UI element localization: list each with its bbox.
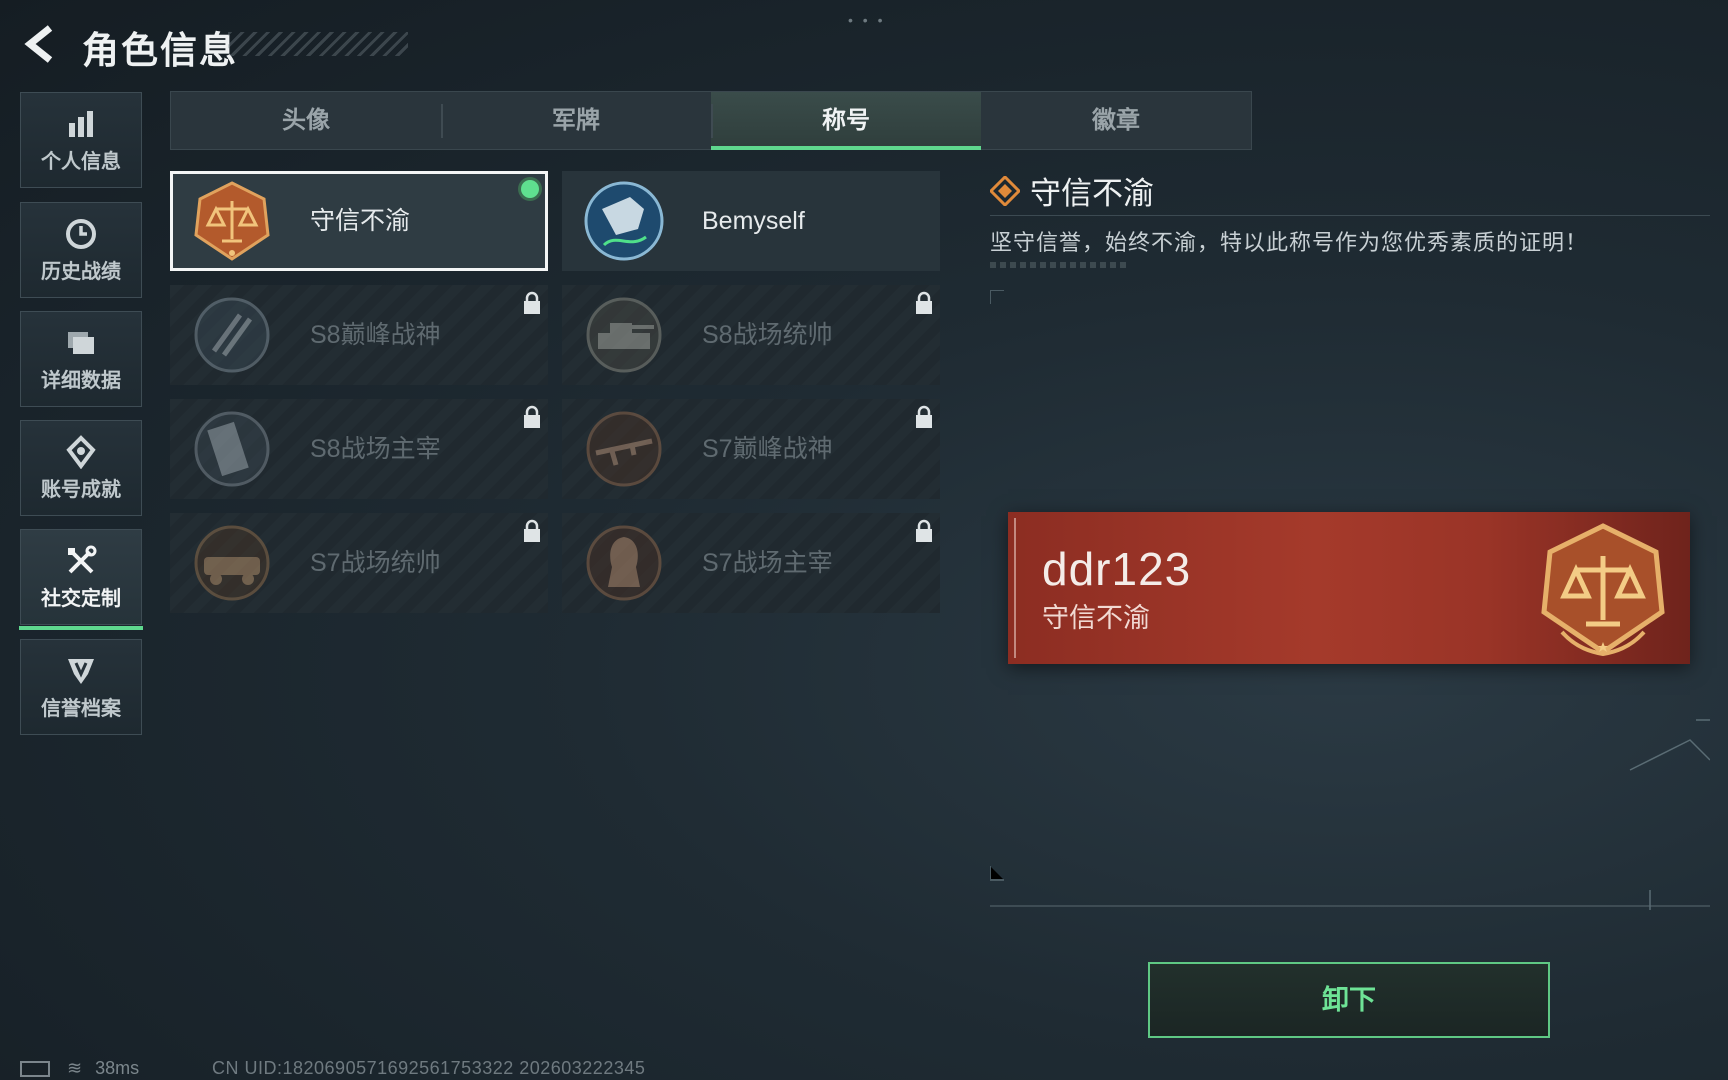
sidebar-item-personal-info[interactable]: 个人信息 [20, 92, 142, 188]
title-card[interactable]: Bemyself [562, 171, 940, 271]
title-name: 守信不渝 [310, 207, 411, 235]
detail-description: 坚守信誉，始终不渝，特以此称号作为您优秀素质的证明！ [990, 230, 1589, 255]
uid-text: CN UID:1820690571692561753322 2026032223… [212, 1058, 646, 1078]
achievement-icon [66, 435, 96, 469]
title-card-selected[interactable]: 守信不渝 [170, 171, 548, 271]
title-card-locked[interactable]: S8战场主宰 [170, 399, 548, 499]
title-name: Bemyself [702, 207, 805, 235]
sidebar-item-achievements[interactable]: 账号成就 [20, 420, 142, 516]
tools-icon [68, 545, 97, 574]
sidebar-item-social-custom[interactable]: 社交定制 [19, 529, 143, 630]
tank-medal-icon [586, 297, 662, 373]
wifi-icon: ≋ [67, 1058, 83, 1078]
ping-value: 38ms [95, 1058, 140, 1078]
sidebar-item-detailed-data[interactable]: 详细数据 [20, 311, 142, 407]
back-arrow-icon[interactable] [20, 22, 64, 66]
unequip-button[interactable]: 卸下 [1148, 962, 1550, 1038]
sidebar-item-history[interactable]: 历史战绩 [20, 202, 142, 298]
sidebar-item-reputation[interactable]: 信誉档案 [20, 639, 142, 735]
equipped-indicator [521, 180, 539, 198]
tab-bar: 头像 军牌 称号 徽章 [170, 91, 1252, 150]
building-medal-icon [194, 411, 270, 487]
faint-text-decoration [990, 262, 1126, 268]
preview-username: ddr123 [1042, 543, 1192, 595]
tab-avatar[interactable]: 头像 [171, 92, 441, 149]
title-card-locked[interactable]: S7战场主宰 [562, 513, 940, 613]
page-title: 角色信息 [82, 30, 238, 71]
detail-title: 守信不渝 [1030, 176, 1154, 211]
tab-dogtag[interactable]: 军牌 [441, 92, 711, 149]
lock-icon [524, 291, 540, 314]
vehicle-medal-icon [194, 525, 270, 601]
banner-corner-decoration [1014, 518, 1026, 658]
lock-icon [524, 405, 540, 428]
title-card-locked[interactable]: S8战场统帅 [562, 285, 940, 385]
title-card-locked[interactable]: S7战场统帅 [170, 513, 548, 613]
sidebar-item-label: 账号成就 [41, 479, 121, 501]
diamond-icon [990, 176, 1020, 206]
title-name: S7战场统帅 [310, 549, 441, 577]
stripes-medal-icon [194, 297, 270, 373]
preview-title: 守信不渝 [1042, 603, 1150, 633]
title-card-locked[interactable]: S8巅峰战神 [170, 285, 548, 385]
status-bar: ≋ 38ms [20, 1058, 139, 1079]
sidebar-item-label: 个人信息 [41, 151, 121, 173]
lock-icon [916, 405, 932, 428]
title-decoration [228, 32, 408, 56]
lock-icon [524, 519, 540, 542]
warrior-medal-icon [586, 525, 662, 601]
title-name: S8战场主宰 [310, 435, 441, 463]
title-card-locked[interactable]: S7巅峰战神 [562, 399, 940, 499]
sidebar-item-label: 历史战绩 [41, 261, 121, 283]
history-icon [66, 219, 96, 249]
title-name: S7巅峰战神 [702, 435, 833, 463]
bar-chart-icon [69, 111, 93, 137]
scales-medal-icon [1541, 523, 1665, 657]
sidebar-item-label: 信誉档案 [41, 698, 121, 720]
battery-icon [20, 1061, 50, 1078]
shield-emblem-icon [68, 659, 94, 684]
rifle-medal-icon [586, 411, 662, 487]
lock-icon [916, 291, 932, 314]
detail-divider [990, 215, 1710, 216]
tab-badge[interactable]: 徽章 [981, 92, 1251, 149]
drag-handle: • • • [848, 12, 886, 28]
sidebar-item-label: 社交定制 [41, 588, 121, 610]
scales-medal-icon [194, 181, 270, 261]
soldier-medal-icon [584, 181, 664, 261]
title-name: S7战场主宰 [702, 549, 833, 577]
folder-icon [68, 332, 94, 354]
title-preview-banner: ddr123 守信不渝 [1008, 512, 1690, 664]
sidebar-item-label: 详细数据 [41, 370, 121, 392]
lock-icon [916, 519, 932, 542]
title-name: S8巅峰战神 [310, 321, 441, 349]
title-name: S8战场统帅 [702, 321, 833, 349]
tab-title[interactable]: 称号 [711, 92, 981, 150]
